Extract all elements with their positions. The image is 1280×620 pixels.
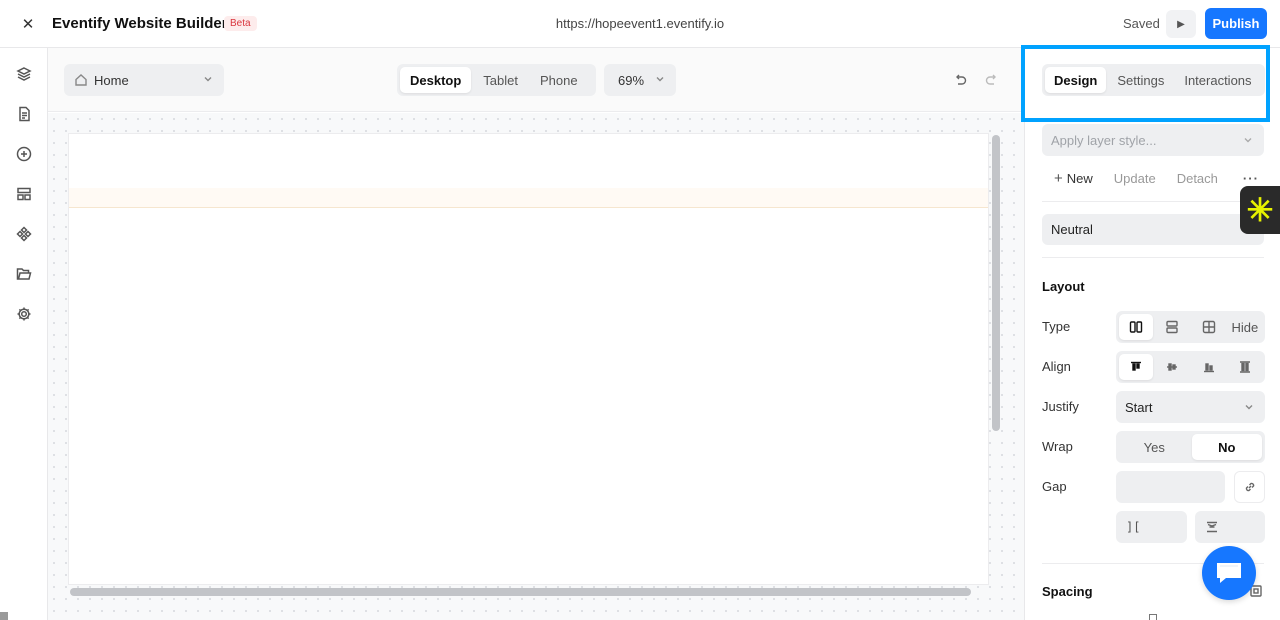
folder-icon[interactable] [14,264,34,284]
link-icon [1245,482,1254,492]
align-stretch-option[interactable] [1228,354,1262,380]
spacing-section-title: Spacing [1042,584,1093,599]
justify-label: Justify [1042,399,1079,414]
left-rail [0,48,48,620]
align-top-icon [1131,361,1142,371]
divider [1042,257,1264,258]
device-tab-phone[interactable]: Phone [530,67,588,93]
columns-icon [1129,321,1143,333]
page-select-value: Home [94,72,129,88]
type-selector: Hide [1116,311,1265,343]
undo-icon[interactable] [952,72,968,88]
type-rows-option[interactable] [1155,314,1189,340]
type-columns-option[interactable] [1119,314,1154,340]
settings-gear-icon[interactable] [14,304,34,324]
type-hide-option[interactable]: Hide [1228,314,1262,340]
wrap-yes-option[interactable]: Yes [1119,434,1190,460]
update-style-button[interactable]: Update [1114,171,1156,186]
save-status: Saved [1123,16,1160,31]
device-switcher: Desktop Tablet Phone [397,64,596,96]
zoom-select[interactable]: 69% [604,64,676,96]
new-style-label: New [1066,170,1093,186]
artboard[interactable] [68,133,989,585]
tab-interactions[interactable]: Interactions [1175,67,1260,93]
page-select[interactable]: Home [64,64,224,96]
layout-icon[interactable] [14,184,34,204]
chat-button[interactable] [1202,546,1256,600]
tab-settings[interactable]: Settings [1108,67,1173,93]
chevron-down-icon [204,77,212,82]
justify-value: Start [1125,399,1153,415]
align-center-icon [1167,363,1178,371]
device-tab-tablet[interactable]: Tablet [473,67,528,93]
canvas-toolbar: Home Desktop Tablet Phone 69% [48,48,1024,112]
type-label: Type [1042,319,1071,334]
publish-button[interactable]: Publish [1205,8,1267,39]
detach-style-button[interactable]: Detach [1177,171,1218,186]
plus-icon: + [1054,169,1063,187]
corner-marker [0,612,8,620]
panel-tabs: Design Settings Interactions [1042,64,1265,96]
horizontal-scrollbar[interactable] [70,588,971,596]
home-icon [75,74,87,86]
layers-icon[interactable] [14,64,34,84]
spacing-handle-icon [1149,614,1157,620]
chevron-down-icon [1245,405,1253,410]
assistant-widget[interactable]: ✳ [1240,186,1280,234]
zoom-value: 69% [618,72,645,88]
rows-icon [1166,320,1179,334]
new-style-button[interactable]: + New [1054,170,1093,187]
selected-section[interactable] [69,188,988,208]
top-bar: ✕ Eventify Website Builder Beta https://… [0,0,1280,48]
column-gap-icon: ][ [1126,520,1141,534]
align-bottom-option[interactable] [1192,354,1226,380]
align-selector [1116,351,1265,383]
layer-style-placeholder: Apply layer style... [1051,132,1157,148]
gap-label: Gap [1042,479,1067,494]
wrap-no-option[interactable]: No [1191,434,1262,460]
justify-select[interactable]: Start [1116,391,1265,423]
type-grid-option[interactable] [1192,314,1226,340]
style-actions: + New Update Detach ··· [1042,168,1264,188]
canvas-area[interactable] [48,113,1024,620]
properties-panel: Design Settings Interactions Apply layer… [1024,48,1280,620]
align-stretch-icon [1239,361,1250,373]
neutral-field[interactable]: Neutral [1042,214,1264,245]
wrap-toggle: Yes No [1116,431,1265,463]
tab-design[interactable]: Design [1045,67,1107,93]
chat-icon [1217,563,1241,583]
align-top-option[interactable] [1119,354,1154,380]
grid-icon [1202,320,1215,334]
row-gap-icon [1207,521,1217,533]
column-gap-input[interactable]: ][ [1116,511,1187,543]
chevron-down-icon [656,77,664,82]
wrap-label: Wrap [1042,439,1073,454]
components-icon[interactable] [14,224,34,244]
play-icon: ▶ [1177,18,1185,30]
asterisk-icon: ✳ [1246,192,1274,228]
align-label: Align [1042,359,1071,374]
redo-icon[interactable] [984,72,1000,88]
divider [1042,201,1264,202]
device-tab-desktop[interactable]: Desktop [400,67,472,93]
align-center-option[interactable] [1155,354,1189,380]
add-circle-icon[interactable] [14,144,34,164]
layer-style-select[interactable]: Apply layer style... [1042,124,1264,156]
site-url[interactable]: https://hopeevent1.eventify.io [0,16,1280,31]
page-icon[interactable] [14,104,34,124]
vertical-scrollbar[interactable] [992,135,1000,431]
row-gap-input[interactable] [1195,511,1265,543]
more-options-button[interactable]: ··· [1243,171,1259,186]
link-gap-button[interactable] [1234,471,1265,503]
chevron-down-icon [1244,138,1252,143]
align-bottom-icon [1203,363,1214,373]
gap-input[interactable] [1116,471,1225,503]
preview-button[interactable]: ▶ [1166,10,1196,38]
layout-section-title: Layout [1042,279,1085,294]
